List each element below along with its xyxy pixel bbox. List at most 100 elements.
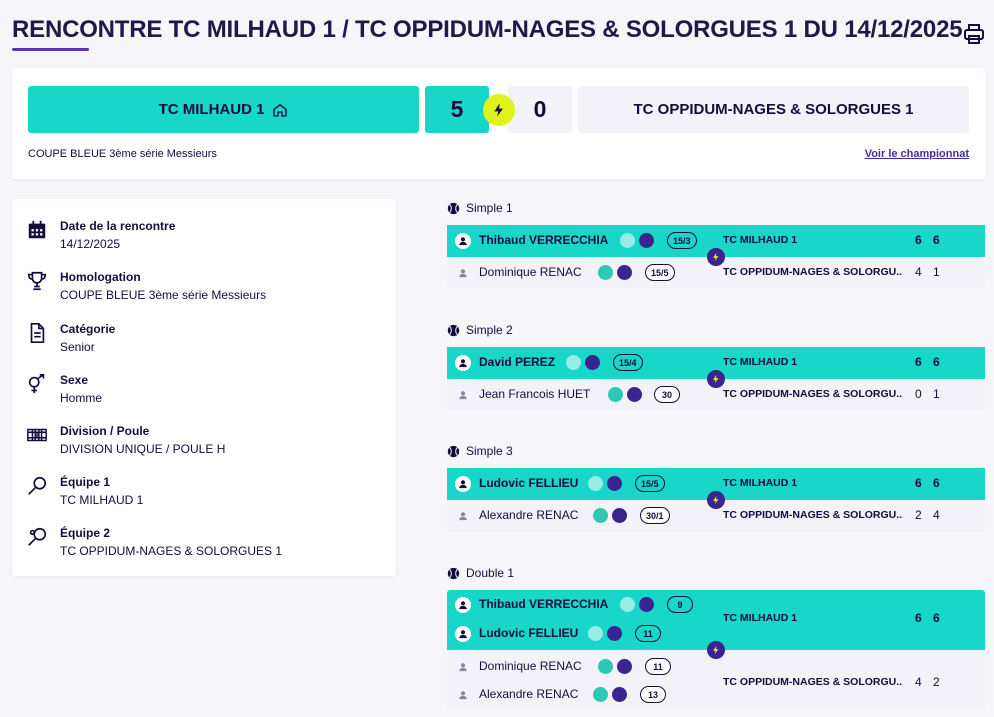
ball-badge-icon (593, 687, 608, 702)
player-name[interactable]: Thibaud VERRECCHIA (479, 233, 608, 247)
set-score: 0 (915, 387, 922, 401)
ball-badge-icon (588, 476, 603, 491)
bolt-icon (707, 370, 725, 388)
player-name[interactable]: Ludovic FELLIEU (479, 476, 578, 490)
avatar-icon (455, 626, 471, 642)
set-score: 1 (933, 387, 940, 401)
team-name: TC OPPIDUM-NAGES & SOLORGU... (723, 509, 903, 521)
info-label: Homologation (60, 270, 141, 284)
tennis-ball-icon (447, 445, 460, 457)
avatar-icon (455, 597, 471, 613)
player-name[interactable]: Thibaud VERRECCHIA (479, 597, 608, 611)
set-score: 6 (933, 476, 940, 490)
rank-badge: 30/1 (640, 507, 670, 524)
trophy-icon (27, 271, 47, 291)
away-team-button[interactable]: TC OPPIDUM-NAGES & SOLORGUES 1 (578, 86, 969, 133)
player-name[interactable]: David PEREZ (479, 355, 555, 369)
info-label: Catégorie (60, 322, 116, 336)
ball-badge-icon (598, 659, 613, 674)
competition-label: COUPE BLEUE 3ème série Messieurs (28, 148, 217, 160)
rank-badge: 15/5 (645, 264, 675, 281)
rank-badge: 30 (654, 386, 680, 403)
rank-badge: 11 (645, 658, 671, 675)
set-score: 2 (933, 675, 940, 689)
info-value: COUPE BLEUE 3ème série Messieurs (60, 288, 267, 302)
player-name[interactable]: Dominique RENAC (479, 659, 582, 673)
player-name[interactable]: Ludovic FELLIEU (479, 626, 578, 640)
championship-link[interactable]: Voir le championnat (865, 148, 969, 160)
info-value: 14/12/2025 (60, 237, 121, 251)
set-score: 6 (915, 611, 922, 625)
tennis-ball-icon (447, 202, 460, 214)
info-label: Division / Poule (60, 424, 150, 438)
eu-badge-icon (639, 597, 654, 612)
rank-badge: 13 (640, 686, 666, 703)
match-simple-2: Simple 2 David PEREZ 15/4 TC MILHAUD 1 6… (447, 322, 985, 411)
eu-badge-icon (607, 626, 622, 641)
info-label: Équipe 1 (60, 475, 111, 489)
ball-badge-icon (588, 626, 603, 641)
bolt-icon (707, 641, 725, 659)
info-value: Senior (60, 340, 95, 354)
info-value: Homme (60, 391, 103, 405)
avatar-icon (455, 476, 471, 492)
loser-pair: Dominique RENAC 11 Alexandre RENAC 13 TC… (447, 650, 985, 710)
player-name[interactable]: Dominique RENAC (479, 265, 582, 279)
avatar-icon (455, 687, 471, 703)
avatar-icon (455, 265, 471, 281)
bolt-icon (483, 94, 515, 126)
set-score: 6 (915, 355, 922, 369)
match-title: Simple 1 (466, 201, 513, 215)
home-score: 5 (425, 86, 489, 133)
title-underline (12, 48, 89, 51)
set-score: 1 (933, 265, 940, 279)
eu-badge-icon (612, 687, 627, 702)
ball-badge-icon (620, 233, 635, 248)
printer-icon[interactable] (962, 22, 986, 46)
set-score: 6 (915, 476, 922, 490)
set-score: 4 (915, 265, 922, 279)
set-score: 2 (915, 508, 922, 522)
eu-badge-icon (627, 387, 642, 402)
court-icon (27, 428, 47, 442)
match-title: Simple 2 (466, 323, 513, 337)
home-team-name: TC MILHAUD 1 (158, 101, 265, 118)
info-card: Date de la rencontre 14/12/2025 Homologa… (12, 199, 396, 576)
tennis-ball-icon (447, 324, 460, 336)
avatar-icon (455, 355, 471, 371)
team-name: TC MILHAUD 1 (723, 356, 798, 368)
info-label: Équipe 2 (60, 526, 111, 540)
info-label: Sexe (60, 373, 89, 387)
ball-badge-icon (608, 387, 623, 402)
set-score: 4 (933, 508, 940, 522)
match-box: Ludovic FELLIEU 15/5 TC MILHAUD 1 6 6 Al… (447, 468, 985, 532)
avatar-icon (455, 508, 471, 524)
eu-badge-icon (617, 659, 632, 674)
ball-badge-icon (598, 265, 613, 280)
player-name[interactable]: Jean Francois HUET (479, 387, 590, 401)
info-value: DIVISION UNIQUE / POULE H (60, 442, 226, 456)
team-name: TC OPPIDUM-NAGES & SOLORGU... (723, 388, 903, 400)
bolt-icon (707, 248, 725, 266)
match-simple-3: Simple 3 Ludovic FELLIEU 15/5 TC MILHAUD… (447, 443, 985, 532)
team-name: TC MILHAUD 1 (723, 234, 798, 246)
info-label: Date de la rencontre (60, 219, 176, 233)
home-icon (273, 103, 288, 117)
winner-player-row: Thibaud VERRECCHIA 9 (447, 590, 985, 620)
home-team-button[interactable]: TC MILHAUD 1 (28, 86, 419, 133)
player-name[interactable]: Alexandre RENAC (479, 687, 578, 701)
match-simple-1: Simple 1 Thibaud VERRECCHIA 15/3 TC MILH… (447, 200, 985, 289)
team-name: TC OPPIDUM-NAGES & SOLORGU... (723, 266, 903, 278)
player-name[interactable]: Alexandre RENAC (479, 508, 578, 522)
info-value: TC OPPIDUM-NAGES & SOLORGUES 1 (60, 544, 283, 558)
ball-badge-icon (593, 508, 608, 523)
eu-badge-icon (585, 355, 600, 370)
avatar-icon (455, 659, 471, 675)
ball-badge-icon (566, 355, 581, 370)
eu-badge-icon (617, 265, 632, 280)
match-box: Thibaud VERRECCHIA 15/3 TC MILHAUD 1 6 6… (447, 225, 985, 289)
info-value: TC MILHAUD 1 (60, 493, 144, 507)
racket-icon (28, 527, 47, 546)
match-box: Thibaud VERRECCHIA 9 Ludovic FELLIEU 11 … (447, 590, 985, 710)
bolt-icon (707, 491, 725, 509)
